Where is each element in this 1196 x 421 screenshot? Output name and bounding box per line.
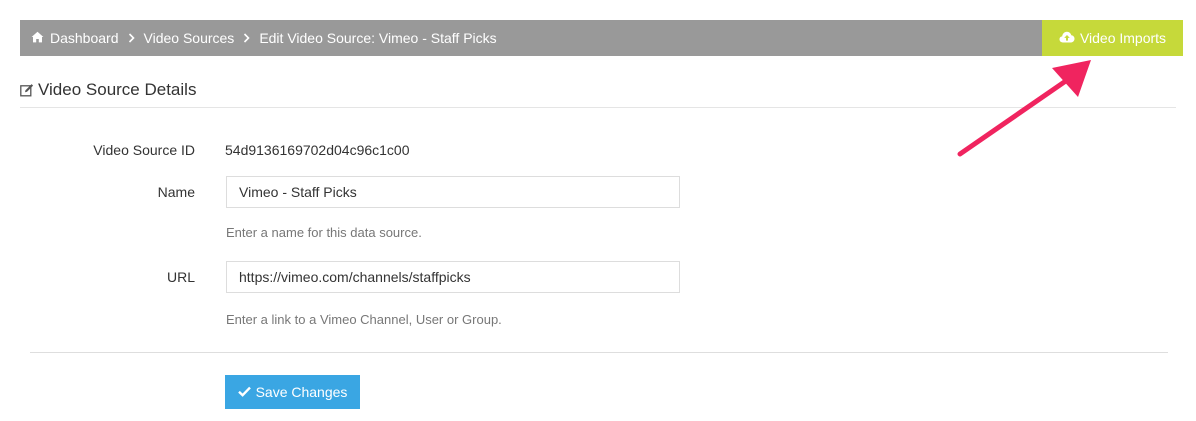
chevron-right-icon: [128, 33, 135, 43]
video-imports-button[interactable]: Video Imports: [1042, 20, 1183, 56]
chevron-right-icon: [243, 33, 250, 43]
name-label: Name: [157, 184, 195, 200]
page-title: Video Source Details: [38, 80, 197, 99]
url-input[interactable]: [226, 261, 680, 293]
home-icon: [31, 30, 44, 46]
save-changes-label: Save Changes: [255, 384, 348, 400]
annotation-arrow: [957, 60, 1091, 157]
breadcrumb: Dashboard Video Sources Edit Video Sourc…: [31, 20, 497, 56]
url-label: URL: [166, 269, 195, 285]
video-source-id-label: Video Source ID: [93, 142, 195, 158]
cloud-upload-icon: [1059, 30, 1075, 46]
form-divider: [30, 352, 1168, 353]
name-help-text: Enter a name for this data source.: [226, 225, 422, 240]
video-imports-label: Video Imports: [1079, 30, 1167, 46]
breadcrumb-item-current: Edit Video Source: Vimeo - Staff Picks: [259, 30, 497, 46]
edit-icon: [20, 83, 34, 102]
breadcrumb-item-dashboard[interactable]: Dashboard: [31, 30, 119, 46]
url-help-text: Enter a link to a Vimeo Channel, User or…: [226, 312, 502, 327]
breadcrumb-item-video-sources[interactable]: Video Sources: [144, 30, 235, 46]
top-bar: Dashboard Video Sources Edit Video Sourc…: [20, 20, 1183, 56]
save-changes-button[interactable]: Save Changes: [225, 375, 360, 409]
name-input[interactable]: [226, 176, 680, 208]
check-icon: [237, 384, 251, 400]
breadcrumb-label-dashboard[interactable]: Dashboard: [50, 30, 119, 46]
video-source-id-value: 54d9136169702d04c96c1c00: [225, 142, 410, 158]
